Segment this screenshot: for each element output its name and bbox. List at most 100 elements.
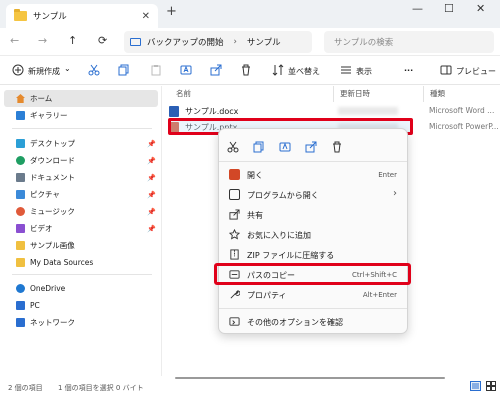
gallery-icon bbox=[16, 111, 25, 120]
breadcrumb-separator: › bbox=[233, 37, 237, 47]
search-placeholder: サンプルの検索 bbox=[334, 38, 394, 48]
music-icon bbox=[16, 207, 25, 216]
more-button[interactable]: ··· bbox=[404, 66, 413, 75]
column-separator[interactable] bbox=[423, 86, 424, 102]
sidebar-item-music[interactable]: ミュージック 📌 bbox=[0, 203, 162, 220]
menu-item-open-with[interactable]: プログラムから開く › bbox=[225, 185, 403, 205]
sidebar-item-videos[interactable]: ビデオ 📌 bbox=[0, 220, 162, 237]
new-tab-button[interactable]: + bbox=[166, 4, 177, 19]
copy-icon[interactable] bbox=[253, 141, 265, 153]
sidebar-item-desktop[interactable]: デスクトップ 📌 bbox=[0, 135, 162, 152]
more-options-icon bbox=[229, 317, 240, 326]
share-icon bbox=[229, 209, 240, 220]
sidebar-item-home[interactable]: ホーム bbox=[4, 90, 158, 107]
close-window-button[interactable]: ✕ bbox=[476, 2, 485, 15]
pin-icon: 📌 bbox=[147, 173, 156, 182]
column-separator[interactable] bbox=[333, 86, 334, 102]
menu-item-compress-zip[interactable]: ZIP ファイルに圧縮する bbox=[225, 245, 403, 265]
onedrive-icon bbox=[16, 284, 25, 293]
folder-icon bbox=[14, 9, 27, 21]
tiles-view-icon[interactable] bbox=[486, 381, 496, 391]
view-button[interactable]: 表示 bbox=[356, 66, 372, 77]
pin-icon: 📌 bbox=[147, 207, 156, 216]
menu-item-more-options[interactable]: その他のオプションを確認 bbox=[225, 312, 403, 332]
sidebar-item-label: My Data Sources bbox=[30, 258, 94, 267]
menu-item-shortcut: Enter bbox=[378, 171, 397, 179]
wrench-icon bbox=[230, 290, 240, 299]
preview-button[interactable]: プレビュー bbox=[456, 66, 496, 77]
copy-icon[interactable] bbox=[118, 64, 130, 76]
sidebar-item-gallery[interactable]: ギャラリー bbox=[0, 107, 162, 124]
breadcrumb-folder[interactable]: サンプル bbox=[247, 36, 281, 48]
delete-icon[interactable] bbox=[331, 141, 343, 153]
sidebar-item-label: デスクトップ bbox=[30, 139, 75, 148]
open-with-icon bbox=[229, 189, 240, 200]
menu-item-label: 開く bbox=[247, 171, 263, 180]
search-input[interactable]: サンプルの検索 bbox=[324, 31, 494, 53]
file-row[interactable]: サンプル.docx Microsoft Word ... bbox=[163, 104, 500, 119]
menu-item-share[interactable]: 共有 bbox=[225, 205, 403, 225]
menu-divider bbox=[219, 161, 407, 162]
up-button[interactable]: ↑ bbox=[68, 34, 77, 47]
tab-title: サンプル bbox=[33, 12, 67, 22]
pictures-icon bbox=[16, 190, 25, 199]
tab-close-icon[interactable]: ✕ bbox=[142, 11, 150, 22]
rename-icon[interactable] bbox=[180, 64, 192, 76]
breadcrumb-root[interactable]: バックアップの開始 bbox=[147, 36, 224, 48]
address-row: ← → ↑ ⟳ バックアップの開始 › サンプル サンプルの検索 bbox=[0, 28, 500, 56]
menu-item-properties[interactable]: プロパティ Alt+Enter bbox=[225, 285, 403, 305]
rename-icon[interactable] bbox=[279, 141, 291, 153]
status-item-count: 2 個の項目 bbox=[8, 384, 43, 392]
sidebar-item-documents[interactable]: ドキュメント 📌 bbox=[0, 169, 162, 186]
sidebar-item-label: ビデオ bbox=[30, 224, 53, 233]
sidebar-item-downloads[interactable]: ダウンロード 📌 bbox=[0, 152, 162, 169]
menu-item-open[interactable]: 開く Enter bbox=[225, 165, 403, 185]
address-bar[interactable]: バックアップの開始 › サンプル bbox=[124, 31, 312, 53]
forward-button[interactable]: → bbox=[38, 34, 47, 47]
sidebar-item-sample-images[interactable]: サンプル画像 bbox=[0, 237, 162, 254]
context-menu: 開く Enter プログラムから開く › 共有 お気に入りに追加 ZIP ファイ… bbox=[218, 128, 408, 334]
folder-icon bbox=[16, 241, 25, 250]
tab-sample[interactable]: サンプル ✕ bbox=[6, 4, 158, 28]
pc-icon bbox=[130, 38, 141, 46]
paste-icon[interactable] bbox=[150, 64, 162, 76]
menu-item-label: その他のオプションを確認 bbox=[247, 318, 343, 327]
back-button[interactable]: ← bbox=[10, 34, 19, 47]
share-icon[interactable] bbox=[210, 64, 222, 76]
maximize-button[interactable]: ☐ bbox=[444, 2, 454, 15]
sidebar-item-onedrive[interactable]: OneDrive bbox=[0, 280, 162, 297]
menu-item-label: プロパティ bbox=[247, 291, 287, 300]
refresh-button[interactable]: ⟳ bbox=[98, 34, 107, 47]
column-header-date[interactable]: 更新日時 bbox=[340, 88, 370, 99]
sidebar-item-pc[interactable]: PC bbox=[0, 297, 162, 314]
pin-icon: 📌 bbox=[147, 190, 156, 199]
network-icon bbox=[16, 318, 25, 327]
sidebar-item-label: ギャラリー bbox=[30, 111, 68, 120]
menu-item-label: お気に入りに追加 bbox=[247, 231, 311, 240]
new-button[interactable]: 新規作成 bbox=[28, 66, 60, 77]
desktop-icon bbox=[16, 139, 25, 148]
pc-icon bbox=[16, 301, 25, 310]
file-date-redacted bbox=[338, 107, 398, 115]
menu-item-add-favorite[interactable]: お気に入りに追加 bbox=[225, 225, 403, 245]
preview-pane-icon bbox=[440, 65, 452, 75]
horizontal-scrollbar[interactable] bbox=[175, 377, 445, 379]
sidebar-divider bbox=[12, 128, 152, 129]
documents-icon bbox=[16, 173, 25, 182]
pin-icon: 📌 bbox=[147, 156, 156, 165]
column-header-type[interactable]: 種類 bbox=[430, 88, 445, 99]
sidebar-item-network[interactable]: ネットワーク bbox=[0, 314, 162, 331]
sidebar-item-my-data-sources[interactable]: My Data Sources bbox=[0, 254, 162, 271]
download-icon bbox=[16, 156, 25, 165]
minimize-button[interactable]: — bbox=[412, 2, 423, 15]
column-header-name[interactable]: 名前 bbox=[176, 88, 191, 99]
details-view-icon[interactable] bbox=[470, 381, 481, 391]
cut-icon[interactable] bbox=[88, 64, 100, 76]
cut-icon[interactable] bbox=[227, 141, 239, 153]
sort-icon bbox=[272, 64, 284, 76]
delete-icon[interactable] bbox=[240, 64, 252, 76]
sidebar-item-label: サンプル画像 bbox=[30, 241, 75, 250]
sidebar-item-pictures[interactable]: ピクチャ 📌 bbox=[0, 186, 162, 203]
sort-button[interactable]: 並べ替え bbox=[288, 66, 320, 77]
share-icon[interactable] bbox=[305, 141, 317, 153]
